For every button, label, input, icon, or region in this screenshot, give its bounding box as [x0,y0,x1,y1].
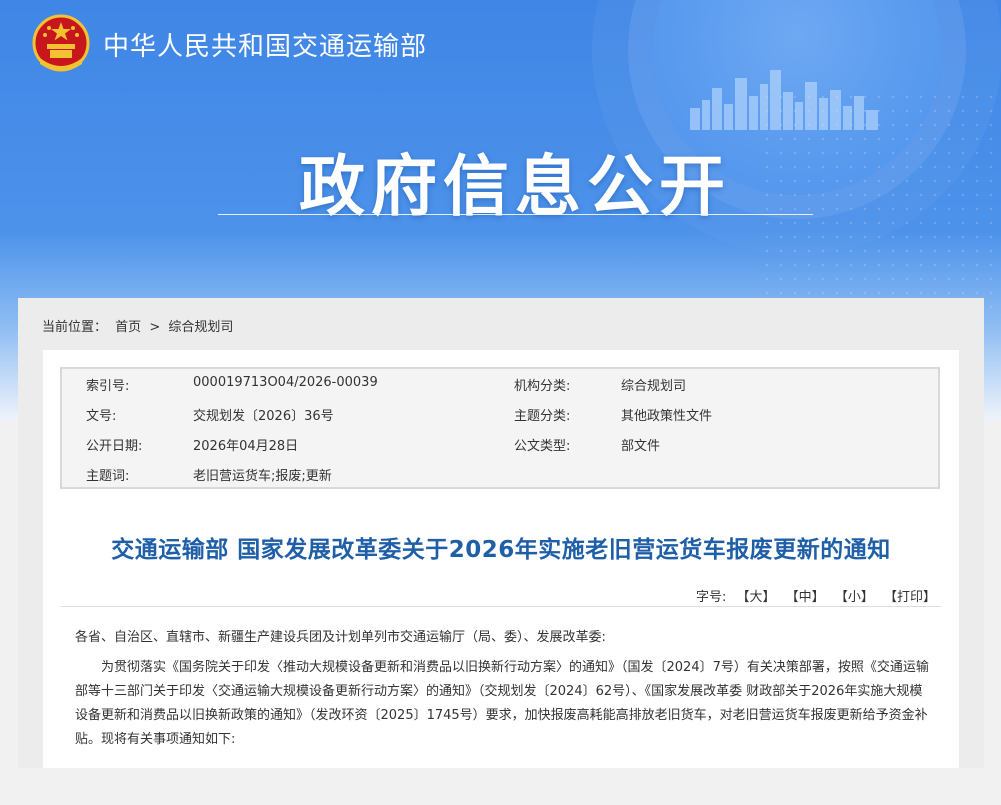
meta-org-value: 综合规划司 [621,379,687,394]
meta-index-label: 索引号: [86,379,130,394]
meta-keywords-value: 老旧营运货车;报废;更新 [193,469,332,484]
meta-org-label: 机构分类: [514,379,571,394]
title-divider [61,606,941,607]
font-large-button[interactable]: 【大】 [737,590,776,605]
print-button[interactable]: 【打印】 [884,590,936,605]
city-skyline-icon [690,70,878,130]
document-title: 交通运输部 国家发展改革委关于2026年实施老旧营运货车报废更新的通知 [111,537,891,563]
meta-date-label: 公开日期: [86,439,143,454]
meta-topic-value: 其他政策性文件 [621,409,713,424]
breadcrumb-current-link[interactable]: 综合规划司 [168,320,233,335]
font-medium-button[interactable]: 【中】 [786,590,825,605]
document-salutation: 各省、自治区、直辖市、新疆生产建设兵团及计划单列市交通运输厅（局、委）、发展改革… [75,630,606,645]
meta-index-value: 000019713O04/2026-00039 [193,375,378,390]
breadcrumb-label: 当前位置： [42,320,108,335]
meta-docno-value: 交规划发〔2026〕36号 [193,409,334,424]
meta-date-value: 2026年04月28日 [193,439,299,454]
document-meta-table: 索引号: 000019713O04/2026-00039 机构分类: 综合规划司… [60,367,940,489]
breadcrumb: 当前位置： 首页 > 综合规划司 [42,316,237,335]
font-size-label: 字号: [695,590,727,605]
meta-type-label: 公文类型: [514,439,571,454]
main-panel: 当前位置： 首页 > 综合规划司 索引号: 000019713O04/2026-… [18,298,984,768]
meta-keywords-label: 主题词: [86,469,130,484]
breadcrumb-separator: > [149,320,161,335]
font-size-controls: 字号: 【大】 【中】 【小】 【打印】 [696,586,936,605]
content-area: 索引号: 000019713O04/2026-00039 机构分类: 综合规划司… [43,350,959,768]
document-paragraph: 为贯彻落实《国务院关于印发〈推动大规模设备更新和消费品以旧换新行动方案〉的通知》… [75,660,929,747]
font-small-button[interactable]: 【小】 [835,590,874,605]
ministry-name[interactable]: 中华人民共和国交通运输部 [103,26,427,63]
breadcrumb-home-link[interactable]: 首页 [115,320,141,335]
title-underline [218,214,813,215]
national-emblem-icon [32,14,90,72]
meta-type-value: 部文件 [621,439,661,454]
meta-topic-label: 主题分类: [514,409,571,424]
meta-docno-label: 文号: [86,409,117,424]
